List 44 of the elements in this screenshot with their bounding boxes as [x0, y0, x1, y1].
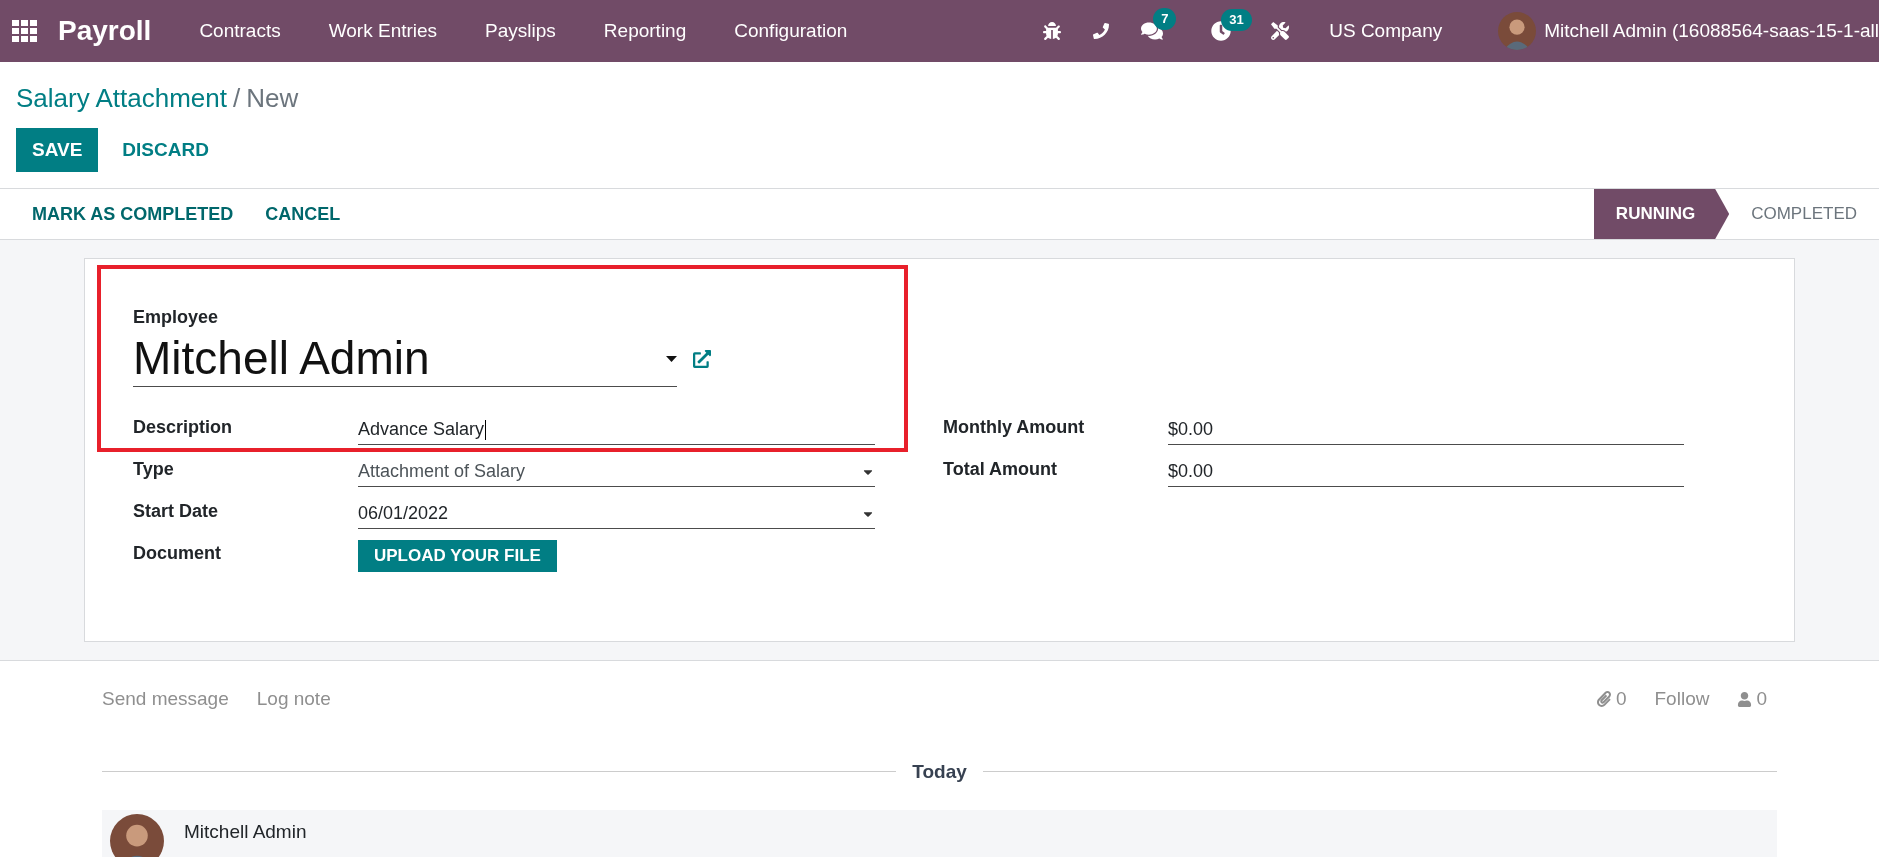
- description-input[interactable]: Advance Salary: [358, 415, 875, 445]
- amount-input[interactable]: $0.00: [1168, 457, 1684, 487]
- external-link-icon[interactable]: [693, 350, 711, 368]
- breadcrumb-link[interactable]: Salary Attachment: [16, 83, 227, 113]
- caret-icon: [666, 355, 677, 362]
- save-button[interactable]: SAVE: [16, 128, 99, 172]
- tools-icon[interactable]: [1271, 22, 1290, 40]
- employee-select[interactable]: Mitchell Admin: [133, 331, 677, 387]
- menu-item[interactable]: Contracts: [199, 16, 281, 46]
- field-label: Type: [133, 458, 175, 481]
- amount-input[interactable]: $0.00: [1168, 415, 1684, 445]
- message-author: Mitchell Admin: [184, 820, 307, 844]
- upload-button[interactable]: UPLOAD YOUR FILE: [358, 540, 557, 572]
- menu-item[interactable]: Configuration: [734, 16, 848, 46]
- action-button[interactable]: MARK AS COMPLETED: [16, 200, 250, 228]
- field-label: Total Amount: [943, 458, 1058, 481]
- menu-item[interactable]: Work Entries: [328, 16, 438, 46]
- date-separator: Today: [912, 759, 967, 784]
- breadcrumb-separator: /: [233, 83, 241, 113]
- app-title[interactable]: Payroll: [58, 10, 152, 52]
- field-label: Monthly Amount: [943, 416, 1086, 439]
- apps-menu-icon[interactable]: [12, 20, 38, 42]
- avatar-icon: [1498, 12, 1537, 50]
- bug-icon[interactable]: [1043, 22, 1062, 40]
- menu-item[interactable]: Reporting: [603, 16, 687, 46]
- action-button[interactable]: CANCEL: [249, 200, 357, 228]
- breadcrumb-current: New: [246, 83, 299, 113]
- stage-tab[interactable]: RUNNING: [1593, 189, 1730, 239]
- company-switcher[interactable]: US Company: [1329, 16, 1443, 46]
- discard-button[interactable]: DISCARD: [106, 128, 225, 172]
- menu-item[interactable]: Payslips: [485, 16, 556, 46]
- user-icon: [1737, 691, 1753, 707]
- count-badge: 7: [1153, 8, 1177, 30]
- select-field[interactable]: Attachment of Salary: [358, 457, 875, 487]
- field-label: Start Date: [133, 500, 220, 523]
- select-field[interactable]: 06/01/2022: [358, 499, 875, 529]
- phone-icon[interactable]: [1093, 23, 1110, 39]
- field-label: Description: [133, 416, 234, 439]
- paperclip-icon: [1595, 691, 1612, 708]
- field-label: Document: [133, 542, 222, 565]
- count-badge: 31: [1221, 9, 1252, 31]
- employee-label: Employee: [133, 306, 220, 329]
- user-menu[interactable]: Mitchell Admin (16088564-saas-15-1-all: [1544, 16, 1879, 46]
- avatar-icon: [110, 814, 164, 857]
